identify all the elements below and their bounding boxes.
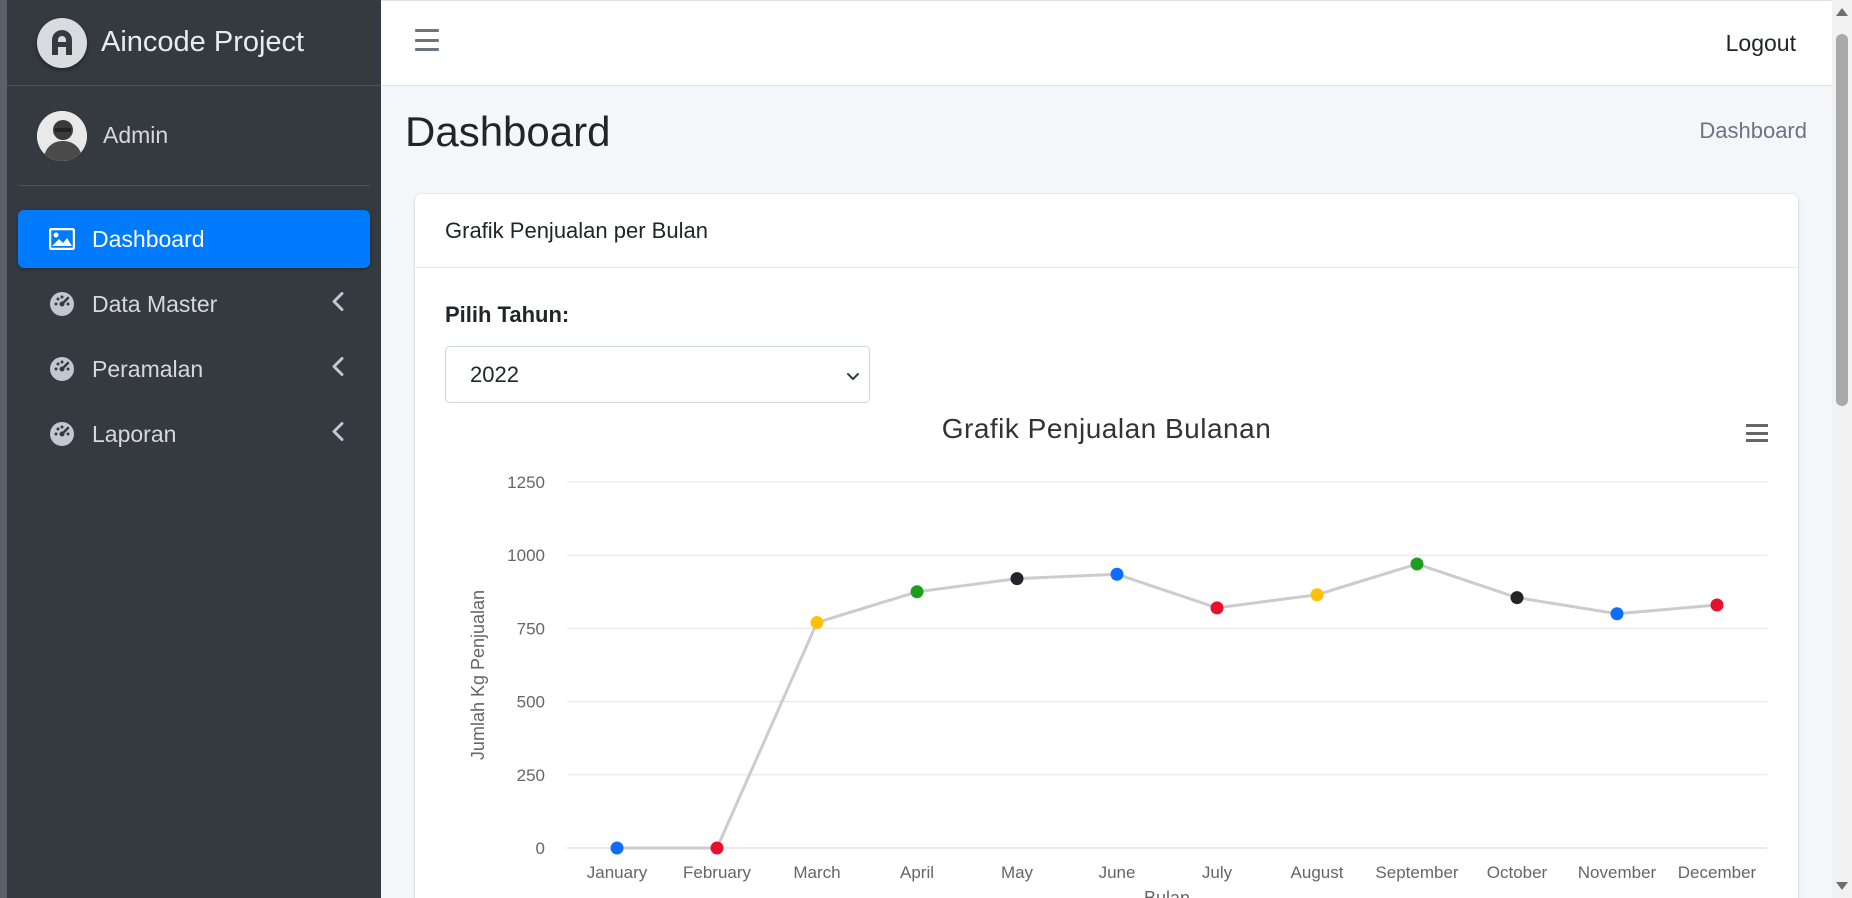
x-tick-label: November xyxy=(1578,863,1657,882)
sidebar-item-label: Dashboard xyxy=(92,225,205,252)
sidebar-item-label: Laporan xyxy=(92,420,177,447)
x-tick-label: August xyxy=(1291,863,1344,882)
data-point xyxy=(610,841,624,855)
x-tick-label: September xyxy=(1375,863,1458,882)
brand-link[interactable]: Aincode Project xyxy=(7,0,381,86)
image-icon xyxy=(48,225,76,253)
y-tick-label: 500 xyxy=(517,693,545,712)
brand-logo-icon xyxy=(37,17,87,68)
x-tick-label: June xyxy=(1099,863,1136,882)
data-point xyxy=(810,616,824,630)
scroll-up-icon[interactable] xyxy=(1836,8,1848,16)
page-scrollbar[interactable] xyxy=(1832,0,1852,898)
data-point xyxy=(1410,557,1424,571)
x-tick-label: February xyxy=(683,863,752,882)
y-axis-label: Jumlah Kg Penjualan xyxy=(468,590,488,760)
user-panel[interactable]: Admin xyxy=(19,86,370,186)
chevron-left-icon xyxy=(332,356,344,383)
sidebar-item-dashboard[interactable]: Dashboard xyxy=(18,210,370,268)
sidebar-item-label: Peramalan xyxy=(92,355,204,382)
series-line xyxy=(617,562,1718,850)
y-tick-label: 250 xyxy=(517,766,545,785)
data-point xyxy=(1310,588,1324,602)
chart-title: Grafik Penjualan Bulanan xyxy=(941,413,1272,444)
top-navbar: Logout xyxy=(381,0,1832,86)
sales-chart-card: Grafik Penjualan per Bulan Pilih Tahun: … xyxy=(415,194,1798,898)
x-tick-label: December xyxy=(1678,863,1757,882)
chart-context-menu-icon[interactable] xyxy=(1746,424,1768,442)
user-name: Admin xyxy=(103,122,169,148)
scroll-down-icon[interactable] xyxy=(1836,882,1848,890)
sidebar: Aincode Project Admin Dashboard Data Mas… xyxy=(0,0,381,898)
chevron-left-icon xyxy=(332,291,344,318)
tachometer-icon xyxy=(48,290,76,318)
scroll-thumb[interactable] xyxy=(1836,34,1848,406)
x-tick-label: October xyxy=(1487,863,1548,882)
data-point xyxy=(1110,567,1124,581)
data-point xyxy=(710,841,724,855)
y-tick-label: 750 xyxy=(517,619,545,638)
data-point xyxy=(1510,591,1524,605)
x-tick-label: April xyxy=(900,863,934,882)
data-point xyxy=(910,585,924,599)
sidebar-item-laporan[interactable]: Laporan xyxy=(18,405,370,463)
logout-link[interactable]: Logout xyxy=(1726,30,1796,57)
sidebar-item-data-master[interactable]: Data Master xyxy=(18,275,370,333)
data-point xyxy=(1010,572,1024,586)
menu-toggle-icon[interactable] xyxy=(415,29,439,51)
sidebar-item-peramalan[interactable]: Peramalan xyxy=(18,340,370,398)
y-tick-label: 0 xyxy=(536,839,545,858)
x-tick-label: May xyxy=(1001,863,1034,882)
tachometer-icon xyxy=(48,420,76,448)
x-tick-label: July xyxy=(1202,863,1233,882)
x-tick-label: March xyxy=(793,863,840,882)
tachometer-icon xyxy=(48,355,76,383)
data-point xyxy=(1210,601,1224,615)
sidebar-item-label: Data Master xyxy=(92,290,218,317)
y-tick-label: 1250 xyxy=(507,473,545,492)
x-tick-label: January xyxy=(587,863,648,882)
data-point xyxy=(1710,598,1724,612)
sales-line-chart: 0 250 500 750 1000 1250 January February March Ap… xyxy=(468,473,1767,898)
brand-name: Aincode Project xyxy=(101,26,305,58)
page-title: Dashboard xyxy=(405,108,611,155)
chevron-left-icon xyxy=(332,421,344,448)
avatar xyxy=(37,110,87,161)
data-point xyxy=(1610,607,1624,621)
y-tick-label: 1000 xyxy=(507,546,545,565)
x-axis-label: Bulan xyxy=(1144,888,1190,898)
sidebar-nav: Dashboard Data Master Peramalan Laporan xyxy=(7,186,381,463)
breadcrumb: Dashboard xyxy=(1699,118,1807,143)
